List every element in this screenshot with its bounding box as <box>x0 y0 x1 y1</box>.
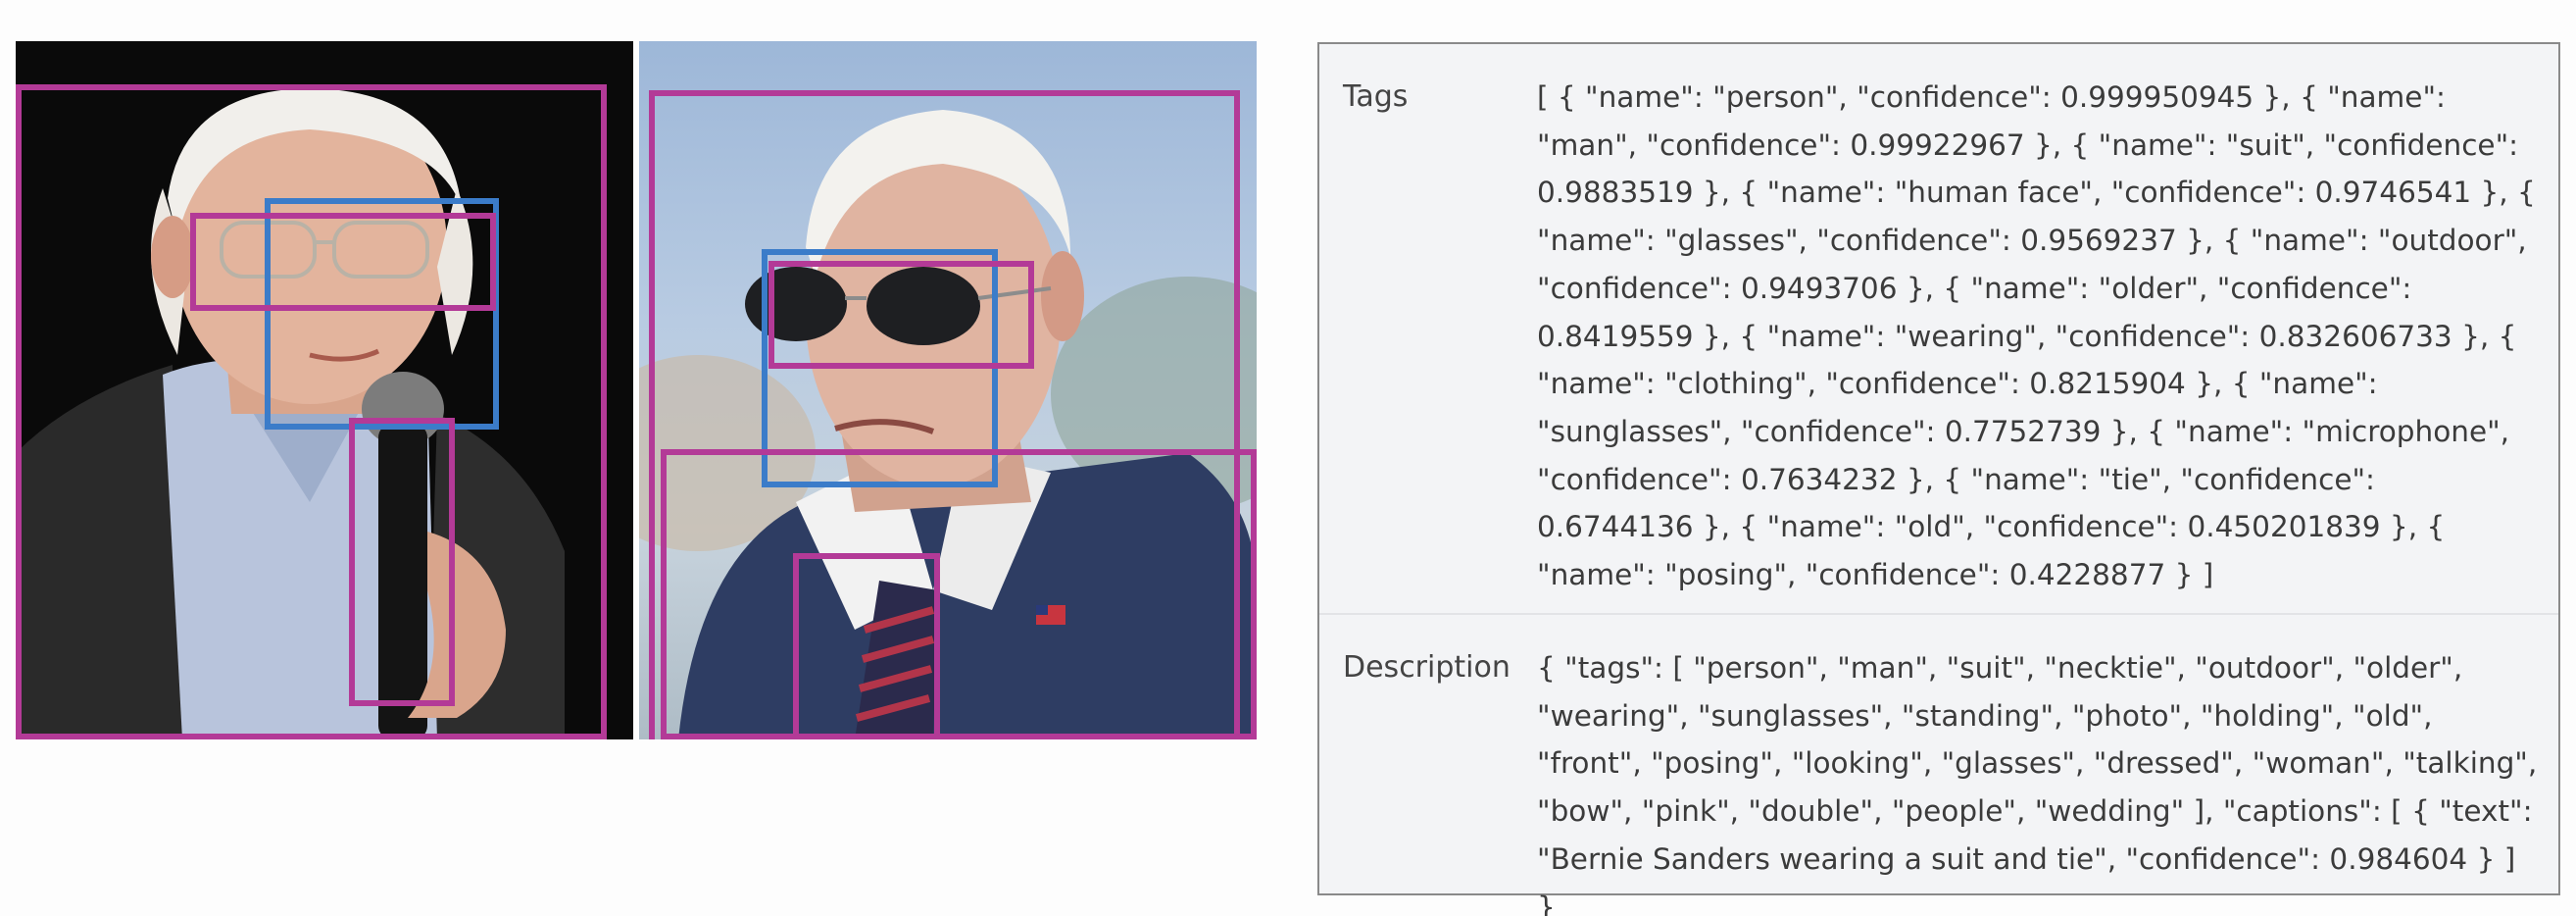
tags-row: Tags [ { "name": "person", "confidence":… <box>1319 44 2558 615</box>
analysis-results-table: Tags [ { "name": "person", "confidence":… <box>1317 42 2560 916</box>
description-row: Description { "tags": [ "person", "man",… <box>1319 615 2558 916</box>
description-value: { "tags": [ "person", "man", "suit", "ne… <box>1537 651 2538 916</box>
description-label: Description <box>1343 650 1511 685</box>
tags-value: [ { "name": "person", "confidence": 0.99… <box>1537 80 2536 592</box>
detection-box-sunglasses <box>768 261 1034 369</box>
detection-box-microphone <box>349 418 455 706</box>
tags-label: Tags <box>1343 79 1409 114</box>
detection-box-glasses <box>190 213 496 311</box>
photo-left-man-with-microphone <box>16 41 633 739</box>
detection-box-suit <box>661 449 1257 739</box>
detection-box-tie <box>793 553 940 739</box>
photo-right-man-with-sunglasses <box>639 41 1257 739</box>
